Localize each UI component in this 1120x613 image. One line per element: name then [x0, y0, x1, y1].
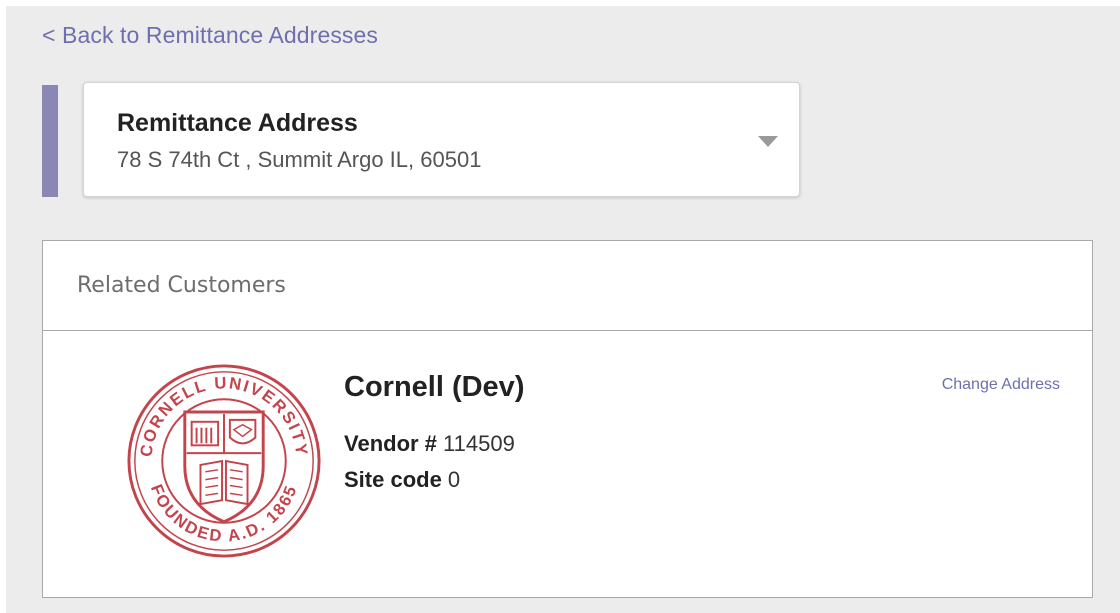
change-address-link[interactable]: Change Address: [942, 376, 1060, 394]
related-customers-panel: Related Customers CORNELL UNIVERSITY FOU…: [42, 240, 1093, 598]
accent-bar: [42, 85, 58, 197]
vendor-number-value: 114509: [443, 431, 515, 456]
vendor-number-label: Vendor #: [344, 431, 444, 456]
address-card-title: Remittance Address: [117, 109, 358, 137]
panel-title: Related Customers: [77, 273, 286, 298]
customer-name: Cornell (Dev): [344, 371, 525, 403]
vendor-number-row: Vendor # 114509: [344, 431, 515, 457]
back-to-remittance-addresses-link[interactable]: < Back to Remittance Addresses: [42, 22, 378, 49]
cornell-university-seal-icon: CORNELL UNIVERSITY FOUNDED A.D. 1865: [127, 364, 321, 558]
panel-header: Related Customers: [43, 241, 1092, 331]
chevron-down-icon[interactable]: [758, 136, 778, 147]
site-code-label: Site code: [344, 467, 448, 492]
remittance-address-dropdown[interactable]: Remittance Address 78 S 74th Ct , Summit…: [83, 82, 800, 197]
site-code-value: 0: [447, 467, 461, 492]
address-card-address: 78 S 74th Ct , Summit Argo IL, 60501: [117, 147, 482, 172]
site-code-row: Site code 0: [344, 467, 460, 493]
